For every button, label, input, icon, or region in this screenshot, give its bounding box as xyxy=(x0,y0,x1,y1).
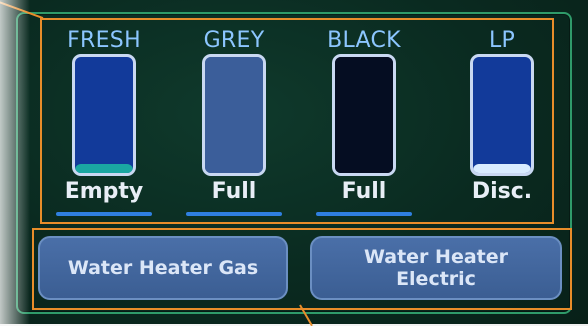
display-screen: FRESH Empty GREY Full BLACK Full LP xyxy=(0,0,588,324)
annotation-box-tanks xyxy=(40,18,554,224)
photo-glare xyxy=(0,0,30,324)
annotation-box-buttons xyxy=(32,228,572,310)
